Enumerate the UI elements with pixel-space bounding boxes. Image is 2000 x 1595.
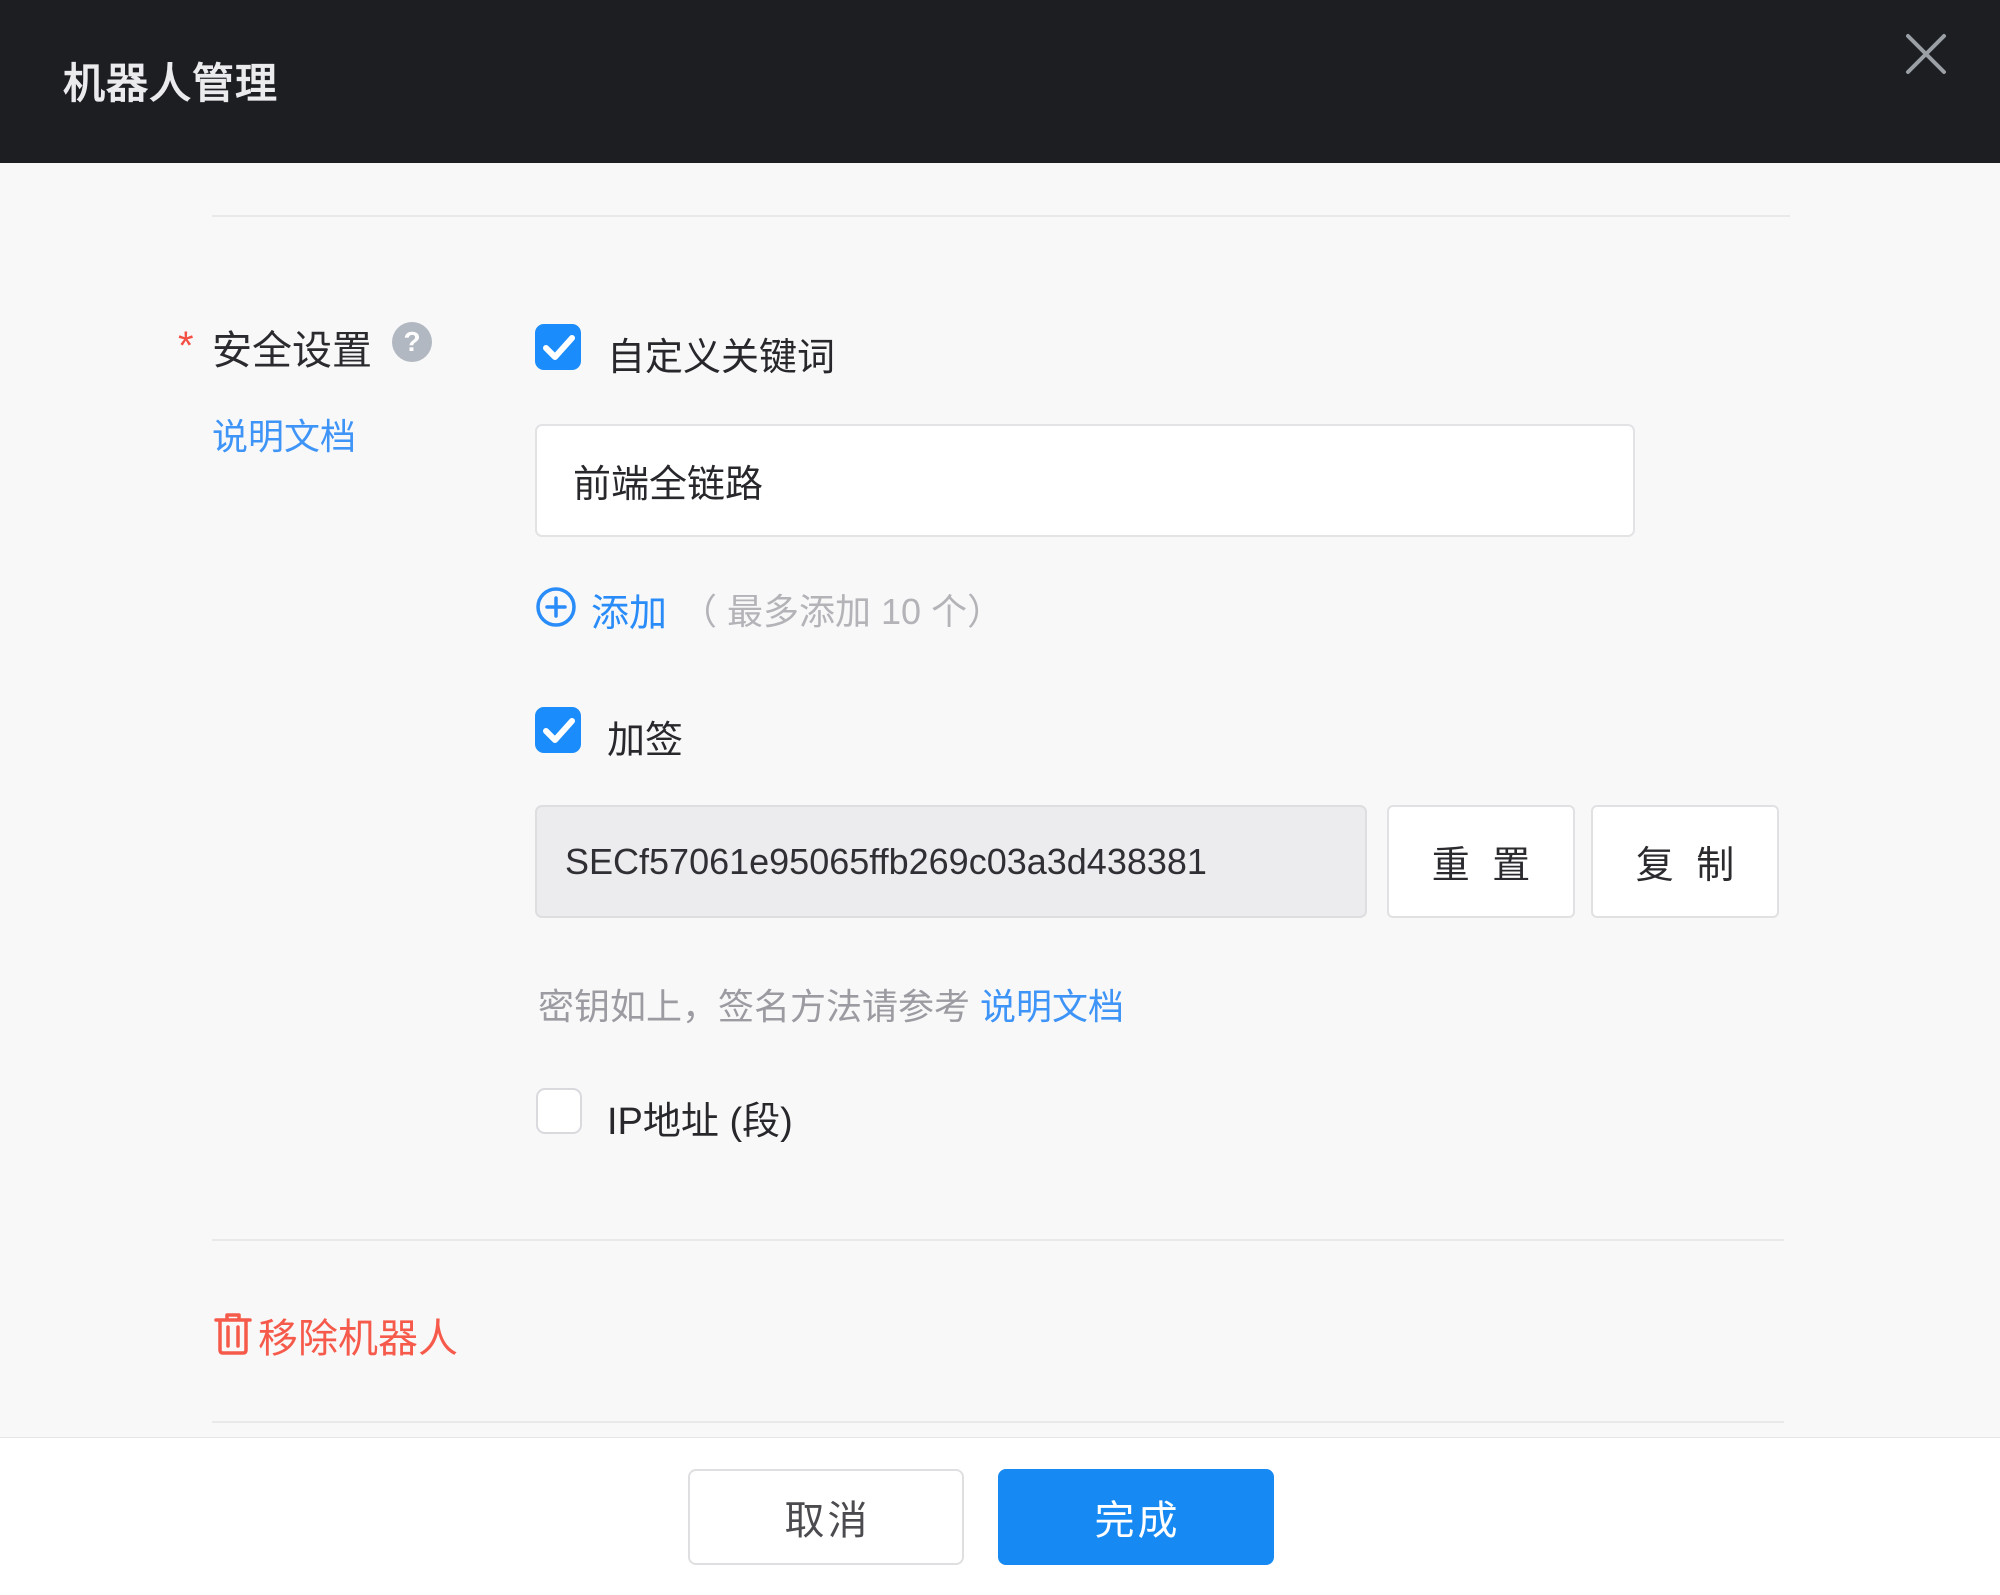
divider-middle (212, 1239, 1784, 1241)
sign-doc-link[interactable]: 说明文档 (980, 986, 1124, 1027)
cancel-button[interactable]: 取消 (688, 1469, 964, 1565)
divider-top (212, 215, 1790, 217)
security-doc-link[interactable]: 说明文档 (212, 408, 356, 460)
add-keyword-button[interactable]: 添加 (535, 582, 667, 637)
divider-bottom (212, 1421, 1784, 1423)
ip-checkbox[interactable] (536, 1088, 582, 1134)
trash-icon (212, 1310, 254, 1361)
done-button[interactable]: 完成 (998, 1469, 1274, 1565)
dialog-header: 机器人管理 (0, 0, 2000, 163)
custom-keywords-checkbox[interactable] (535, 324, 581, 370)
robot-manage-dialog: 机器人管理 * 安全设置 ? 说明文档 自定义关键词 添加 （ 最多添加 10 … (0, 0, 2000, 1595)
dialog-title: 机器人管理 (63, 60, 279, 107)
sign-label[interactable]: 加签 (607, 709, 683, 764)
reset-key-button[interactable]: 重 置 (1387, 805, 1575, 918)
sign-checkbox[interactable] (535, 707, 581, 753)
close-icon[interactable] (1900, 28, 1952, 80)
ip-label[interactable]: IP地址 (段) (607, 1090, 793, 1145)
sign-key-field: SECf57061e95065ffb269c03a3d438381 (535, 805, 1367, 918)
sign-key-hint-text: 密钥如上，签名方法请参考 (538, 986, 971, 1027)
required-asterisk: * (178, 324, 194, 368)
dialog-footer: 取消 完成 (0, 1437, 2000, 1595)
remove-robot-label: 移除机器人 (258, 1317, 458, 1361)
security-settings-label: 安全设置 (212, 329, 372, 373)
custom-keywords-label[interactable]: 自定义关键词 (607, 326, 835, 381)
add-keyword-hint: （ 最多添加 10 个） (681, 591, 1004, 632)
add-keyword-row: 添加 （ 最多添加 10 个） (535, 585, 1004, 635)
sign-key-hint: 密钥如上，签名方法请参考 说明文档 (538, 978, 1124, 1030)
help-icon[interactable]: ? (392, 322, 432, 362)
plus-circle-icon (535, 586, 577, 633)
copy-key-button[interactable]: 复 制 (1591, 805, 1779, 918)
add-keyword-label: 添加 (591, 592, 668, 635)
keyword-input[interactable] (535, 424, 1635, 537)
remove-robot-button[interactable]: 移除机器人 (212, 1306, 458, 1364)
